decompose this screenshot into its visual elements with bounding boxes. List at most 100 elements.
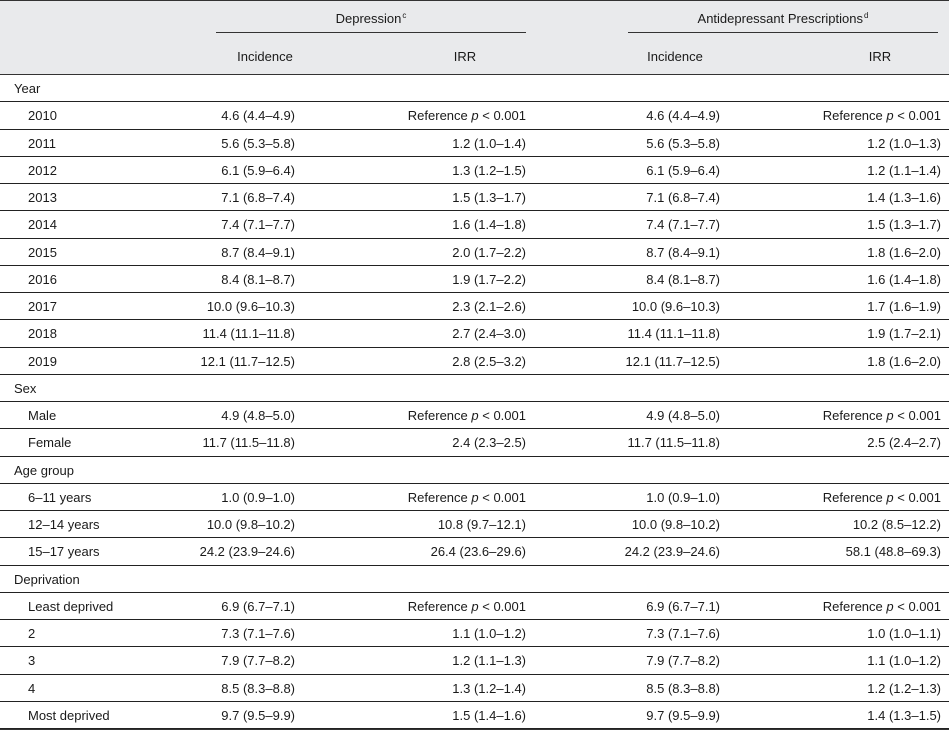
antidepressant-group-header: Antidepressant Prescriptionsd bbox=[628, 11, 938, 26]
p-symbol: p bbox=[886, 108, 894, 124]
depression-incidence-header: Incidence bbox=[237, 49, 293, 64]
p-value: < 0.001 bbox=[897, 108, 941, 124]
table-row: 15–17 years 24.2 (23.9–24.6) 26.4 (23.6–29… bbox=[0, 538, 949, 566]
antidepressant-incidence-cell: 7.9 (7.7–8.2) bbox=[646, 653, 720, 669]
antidepressant-irr-cell: 1.4 (1.3–1.5) bbox=[867, 707, 941, 723]
depression-irr-cell: 1.3 (1.2–1.4) bbox=[452, 680, 526, 696]
antidepressant-irr-cell: 1.2 (1.2–1.3) bbox=[867, 680, 941, 696]
antidepressant-incidence-cell: 1.0 (0.9–1.0) bbox=[646, 489, 720, 505]
antidepressant-incidence-cell: 8.4 (8.1–8.7) bbox=[646, 271, 720, 287]
row-label: 12–14 years bbox=[28, 517, 100, 532]
antidepressant-incidence-cell: 12.1 (11.7–12.5) bbox=[625, 353, 720, 369]
table-row: Male 4.9 (4.8–5.0) Reference p < 0.001 4.9 … bbox=[0, 402, 949, 430]
depression-incidence-cell: 7.9 (7.7–8.2) bbox=[221, 653, 295, 669]
row-label: 2015 bbox=[28, 244, 57, 260]
table-row: Most deprived 9.7 (9.5–9.9) 1.5 (1.4–1.6) 9… bbox=[0, 702, 949, 729]
antidepressant-incidence-cell: 10.0 (9.8–10.2) bbox=[631, 517, 720, 532]
p-symbol: p bbox=[471, 408, 479, 423]
antidepressant-incidence-cell: 4.9 (4.8–5.0) bbox=[646, 408, 720, 423]
section-label: Deprivation bbox=[14, 571, 80, 587]
depression-incidence-cell: 7.3 (7.1–7.6) bbox=[221, 626, 295, 641]
depression-irr-cell: 1.3 (1.2–1.5) bbox=[452, 162, 526, 178]
incidence-table: Depressionc Antidepressant Prescriptions… bbox=[0, 0, 949, 730]
depression-group-header: Depressionc bbox=[216, 11, 526, 26]
depression-irr-cell: 2.3 (2.1–2.6) bbox=[452, 299, 526, 314]
antidepressant-irr-cell: 1.1 (1.0–1.2) bbox=[867, 653, 941, 669]
table-row: 2016 8.4 (8.1–8.7) 1.9 (1.7–2.2) 8.4 (8.1–8… bbox=[0, 266, 949, 293]
reference-label: Reference bbox=[822, 108, 883, 124]
p-symbol: p bbox=[886, 489, 894, 505]
section-row: Year bbox=[0, 75, 949, 103]
antidepressant-incidence-cell: 8.7 (8.4–9.1) bbox=[646, 244, 720, 260]
table-row: 2014 7.4 (7.1–7.7) 1.6 (1.4–1.8) 7.4 (7.1–7… bbox=[0, 211, 949, 239]
depression-incidence-cell: 8.5 (8.3–8.8) bbox=[221, 680, 295, 696]
depression-incidence-cell: 7.4 (7.1–7.7) bbox=[221, 217, 295, 233]
row-label: Male bbox=[28, 408, 57, 423]
section-row: Sex bbox=[0, 375, 949, 402]
table-row: 2019 12.1 (11.7–12.5) 2.8 (2.5–3.2) 12.1 (1… bbox=[0, 348, 949, 375]
antidepressant-irr-cell: 1.9 (1.7–2.1) bbox=[867, 326, 941, 342]
depression-incidence-cell: 11.4 (11.1–11.8) bbox=[202, 326, 295, 342]
p-value: < 0.001 bbox=[482, 108, 526, 124]
reference-label: Reference bbox=[407, 408, 468, 423]
row-label: 2012 bbox=[28, 162, 57, 178]
depression-irr-header: IRR bbox=[453, 49, 477, 64]
antidepressant-incidence-cell: 4.6 (4.4–4.9) bbox=[646, 108, 720, 124]
depression-irr-cell: 1.9 (1.7–2.2) bbox=[452, 271, 526, 287]
antidepressant-irr-cell: 2.5 (2.4–2.7) bbox=[867, 435, 941, 451]
antidepressant-irr-cell: Reference p < 0.001 bbox=[823, 102, 941, 128]
antidepressant-irr-cell: Reference p < 0.001 bbox=[823, 593, 941, 619]
depression-irr-cell: 10.8 (9.7–12.1) bbox=[437, 517, 526, 532]
depression-irr-cell: Reference p < 0.001 bbox=[408, 102, 526, 128]
table-row: 4 8.5 (8.3–8.8) 1.3 (1.2–1.4) 8.5 (8.3–8.8)… bbox=[0, 675, 949, 702]
antidepressant-irr-cell: 1.2 (1.1–1.4) bbox=[867, 162, 941, 178]
depression-incidence-cell: 4.6 (4.4–4.9) bbox=[221, 108, 295, 124]
section-label: Sex bbox=[14, 380, 37, 396]
p-value: < 0.001 bbox=[482, 598, 526, 614]
depression-incidence-cell: 7.1 (6.8–7.4) bbox=[221, 190, 295, 205]
row-label: Least deprived bbox=[28, 598, 114, 614]
p-value: < 0.001 bbox=[897, 408, 941, 423]
row-label: 2017 bbox=[28, 299, 57, 314]
antidepressant-incidence-cell: 7.1 (6.8–7.4) bbox=[646, 190, 720, 205]
depression-incidence-cell: 8.4 (8.1–8.7) bbox=[221, 271, 295, 287]
reference-label: Reference bbox=[822, 598, 883, 614]
row-label: 2010 bbox=[28, 108, 57, 124]
p-symbol: p bbox=[471, 108, 479, 124]
reference-label: Reference bbox=[822, 489, 883, 505]
row-label: 2 bbox=[28, 626, 36, 641]
depression-irr-cell: 1.5 (1.4–1.6) bbox=[452, 707, 526, 723]
row-label: 2018 bbox=[28, 326, 57, 342]
depression-irr-cell: 2.4 (2.3–2.5) bbox=[452, 435, 526, 451]
depression-incidence-cell: 5.6 (5.3–5.8) bbox=[221, 135, 295, 151]
section-row: Deprivation bbox=[0, 566, 949, 593]
depression-irr-cell: 1.6 (1.4–1.8) bbox=[452, 217, 526, 233]
antidepressant-incidence-header: Incidence bbox=[647, 49, 703, 64]
reference-label: Reference bbox=[822, 408, 883, 423]
depression-incidence-cell: 9.7 (9.5–9.9) bbox=[221, 707, 295, 723]
depression-irr-cell: 1.1 (1.0–1.2) bbox=[452, 626, 526, 641]
p-symbol: p bbox=[886, 598, 894, 614]
row-label: 2014 bbox=[28, 217, 57, 233]
depression-header-text: Depression bbox=[335, 11, 402, 26]
p-symbol: p bbox=[886, 408, 894, 423]
section-row: Age group bbox=[0, 457, 949, 484]
antidepressant-irr-cell: 10.2 (8.5–12.2) bbox=[852, 517, 941, 532]
p-symbol: p bbox=[471, 598, 479, 614]
row-label: 2011 bbox=[28, 135, 56, 151]
row-label: Most deprived bbox=[28, 707, 110, 723]
p-value: < 0.001 bbox=[482, 408, 526, 423]
depression-irr-cell: 1.2 (1.1–1.3) bbox=[452, 653, 526, 669]
antidepressant-incidence-cell: 7.3 (7.1–7.6) bbox=[646, 626, 720, 641]
table-row: 2017 10.0 (9.6–10.3) 2.3 (2.1–2.6) 10.0 (9.… bbox=[0, 293, 949, 321]
depression-incidence-cell: 4.9 (4.8–5.0) bbox=[221, 408, 295, 423]
antidepressant-incidence-cell: 5.6 (5.3–5.8) bbox=[646, 135, 720, 151]
antidepressant-irr-cell: Reference p < 0.001 bbox=[823, 402, 941, 428]
depression-incidence-cell: 24.2 (23.9–24.6) bbox=[199, 544, 295, 560]
antidepressant-irr-header: IRR bbox=[868, 49, 892, 64]
antidepressant-incidence-cell: 8.5 (8.3–8.8) bbox=[646, 680, 720, 696]
depression-irr-cell: Reference p < 0.001 bbox=[408, 402, 526, 428]
depression-irr-cell: 1.2 (1.0–1.4) bbox=[452, 135, 526, 151]
depression-irr-cell: 2.0 (1.7–2.2) bbox=[452, 244, 526, 260]
antidepressant-incidence-cell: 10.0 (9.6–10.3) bbox=[631, 299, 720, 314]
